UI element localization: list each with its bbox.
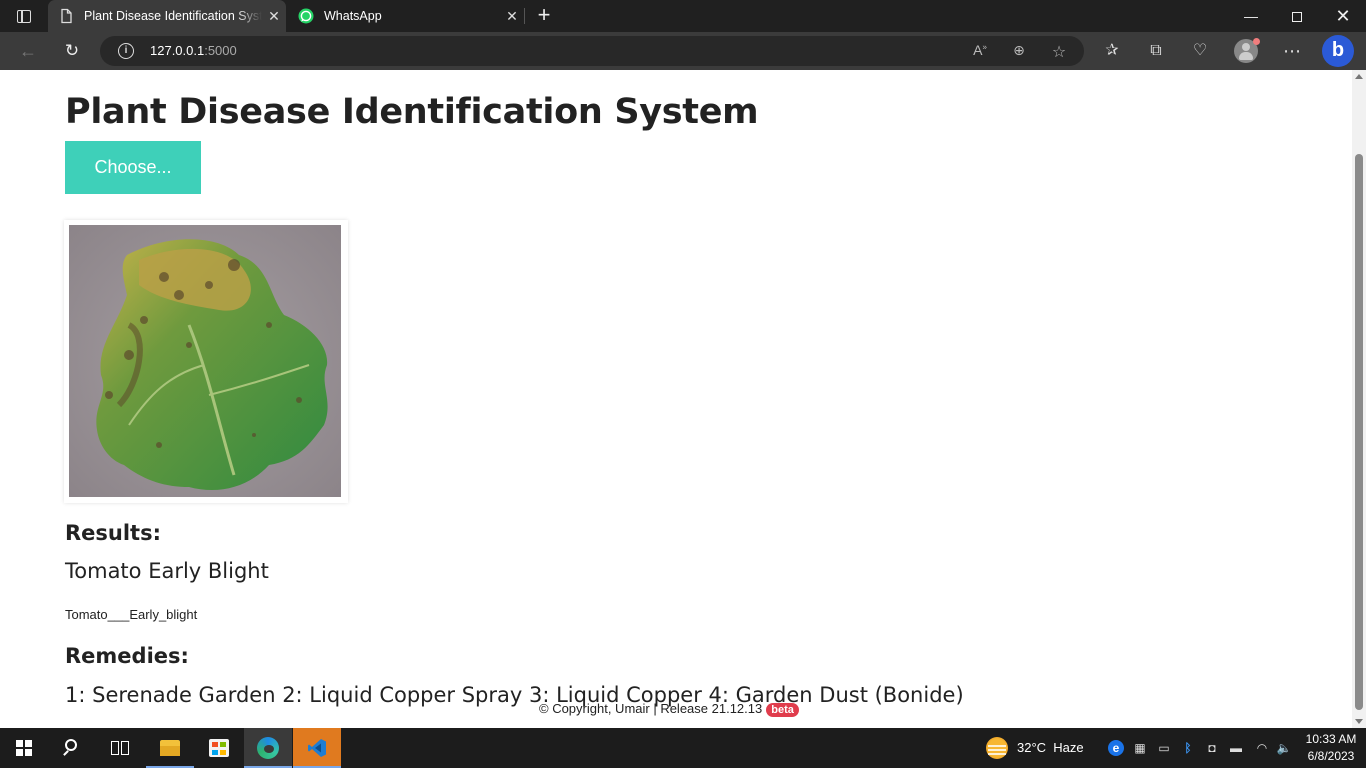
tab-whatsapp[interactable]: WhatsApp ✕ bbox=[288, 0, 524, 32]
favorite-icon[interactable]: ☆ bbox=[1049, 42, 1069, 61]
bing-icon[interactable]: b bbox=[1322, 35, 1354, 67]
uploaded-leaf-image bbox=[64, 220, 348, 503]
footer: © Copyright, Umair | Release 21.12.13 bet… bbox=[539, 701, 799, 717]
read-aloud-icon[interactable]: A» bbox=[970, 42, 990, 60]
page-viewport: Plant Disease Identification System Choo… bbox=[0, 70, 1352, 728]
weather-icon[interactable] bbox=[986, 737, 1008, 759]
store-icon[interactable] bbox=[195, 728, 243, 768]
more-icon[interactable]: ⋯ bbox=[1281, 41, 1303, 63]
weather-temperature[interactable]: 32°C Haze bbox=[1017, 728, 1084, 768]
weather-temp: 32°C bbox=[1017, 740, 1047, 755]
clock[interactable]: 10:33 AM 6/8/2023 bbox=[1304, 731, 1358, 765]
tab-actions-icon[interactable] bbox=[8, 4, 40, 28]
address-bar: ← ↻ i 127.0.0.1:5000 A» ⊕ ☆ ✰ ⧉ ♡ ⋯ b bbox=[0, 32, 1366, 70]
scroll-up-icon[interactable] bbox=[1355, 74, 1363, 79]
tab-bar: Plant Disease Identification System ✕ Wh… bbox=[0, 0, 1366, 32]
info-icon[interactable]: i bbox=[118, 43, 134, 59]
chrome-tray-icon[interactable]: e bbox=[1108, 740, 1124, 756]
whatsapp-icon bbox=[298, 8, 314, 24]
file-explorer-icon[interactable] bbox=[146, 728, 194, 768]
profile-icon[interactable] bbox=[1234, 38, 1260, 63]
tab-plant-disease[interactable]: Plant Disease Identification System ✕ bbox=[48, 0, 286, 32]
tab-separator bbox=[524, 8, 525, 24]
volume-icon[interactable]: 🔈 bbox=[1276, 740, 1292, 756]
url-port: :5000 bbox=[204, 43, 237, 58]
monitor-icon[interactable]: ▭ bbox=[1156, 740, 1172, 756]
taskbar: 32°C Haze e ▦ ▭ ᛒ ◘ ▬ ◠ 🔈 10:33 AM 6/8/2… bbox=[0, 728, 1366, 768]
collections-icon[interactable]: ⧉ bbox=[1145, 41, 1167, 63]
wifi-icon[interactable]: ◠ bbox=[1254, 740, 1270, 756]
scrollbar-thumb[interactable] bbox=[1355, 154, 1363, 710]
performance-icon[interactable]: ♡ bbox=[1189, 41, 1211, 63]
maximize-icon[interactable] bbox=[1274, 0, 1320, 32]
close-tab-icon[interactable]: ✕ bbox=[262, 8, 286, 25]
search-icon[interactable] bbox=[48, 728, 96, 768]
result-disease-name: Tomato Early Blight bbox=[65, 559, 269, 583]
url-text[interactable]: 127.0.0.1:5000 bbox=[150, 43, 237, 58]
new-tab-icon[interactable]: + bbox=[532, 2, 556, 30]
url-input[interactable]: i 127.0.0.1:5000 A» ⊕ ☆ bbox=[100, 36, 1084, 66]
weather-desc: Haze bbox=[1053, 740, 1084, 755]
clock-date: 6/8/2023 bbox=[1307, 749, 1355, 763]
edge-icon[interactable] bbox=[244, 728, 292, 768]
page-title: Plant Disease Identification System bbox=[65, 92, 759, 132]
beta-badge: beta bbox=[766, 703, 799, 717]
minimize-icon[interactable]: — bbox=[1228, 0, 1274, 32]
favorites-icon[interactable]: ✰ bbox=[1101, 41, 1123, 63]
remedies-list: 1: Serenade Garden 2: Liquid Copper Spra… bbox=[65, 683, 964, 707]
tab-title: Plant Disease Identification System bbox=[84, 9, 262, 23]
camera-icon[interactable]: ◘ bbox=[1204, 740, 1220, 756]
results-heading: Results: bbox=[65, 521, 161, 545]
reload-icon[interactable]: ↻ bbox=[58, 39, 86, 63]
page-scrollbar[interactable] bbox=[1352, 70, 1366, 728]
windows-icon[interactable] bbox=[0, 728, 48, 768]
footer-text: © Copyright, Umair | Release 21.12.13 bbox=[539, 701, 763, 716]
result-class-label: Tomato___Early_blight bbox=[65, 607, 198, 622]
scroll-down-icon[interactable] bbox=[1355, 719, 1363, 724]
back-icon[interactable]: ← bbox=[14, 39, 42, 63]
zoom-icon[interactable]: ⊕ bbox=[1009, 42, 1029, 60]
vscode-icon[interactable] bbox=[293, 728, 341, 768]
clock-time: 10:33 AM bbox=[1305, 732, 1357, 746]
tab-title: WhatsApp bbox=[324, 9, 382, 23]
bluetooth-icon[interactable]: ᛒ bbox=[1180, 740, 1196, 756]
close-tab-icon[interactable]: ✕ bbox=[500, 8, 524, 25]
task-view-icon[interactable] bbox=[96, 728, 144, 768]
battery-icon[interactable]: ▬ bbox=[1228, 740, 1244, 756]
close-window-icon[interactable]: ✕ bbox=[1320, 0, 1366, 32]
page-icon bbox=[61, 8, 72, 24]
network-drive-icon[interactable]: ▦ bbox=[1132, 740, 1148, 756]
choose-file-button[interactable]: Choose... bbox=[65, 141, 201, 194]
url-host: 127.0.0.1 bbox=[150, 43, 205, 58]
remedies-heading: Remedies: bbox=[65, 644, 189, 668]
